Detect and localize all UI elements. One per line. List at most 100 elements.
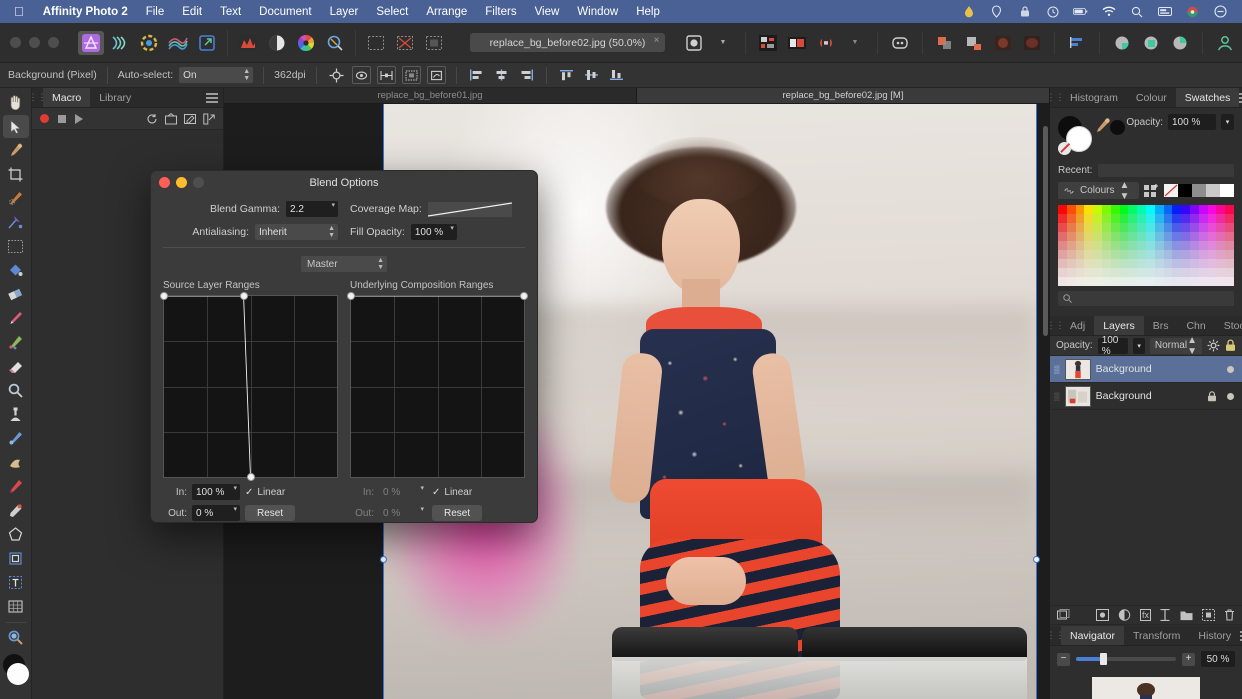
colour-swatch[interactable]	[1137, 232, 1146, 241]
colour-swatch[interactable]	[1137, 259, 1146, 268]
play-icon[interactable]	[75, 113, 83, 124]
mask-layer-icon[interactable]	[1202, 609, 1215, 621]
colour-swatch[interactable]	[1225, 232, 1234, 241]
source-out-field[interactable]: 0 % ▾	[192, 505, 240, 521]
colour-swatch[interactable]	[1137, 277, 1146, 286]
colour-swatch[interactable]	[1146, 259, 1155, 268]
stop-icon[interactable]	[58, 114, 66, 123]
tab-colour[interactable]: Colour	[1127, 88, 1176, 107]
colour-panel-grip-icon[interactable]: ⋮⋮	[1047, 88, 1065, 107]
colour-swatch[interactable]	[1119, 205, 1129, 214]
colour-swatch[interactable]	[1075, 241, 1085, 250]
tab-transform[interactable]: Transform	[1124, 626, 1189, 645]
colour-swatch[interactable]	[1058, 223, 1067, 232]
underlying-ranges-graph[interactable]	[347, 292, 528, 478]
tab-library[interactable]: Library	[90, 88, 140, 107]
live-filter-icon[interactable]	[322, 31, 348, 55]
add-adjustment-icon[interactable]	[1118, 609, 1131, 621]
colour-swatch[interactable]	[1190, 268, 1199, 277]
lock-icon[interactable]	[1017, 4, 1032, 19]
colour-swatch[interactable]	[1075, 214, 1085, 223]
add-fx-icon[interactable]: fx	[1139, 609, 1151, 621]
colour-swatch[interactable]	[1137, 223, 1146, 232]
colour-swatch[interactable]	[1163, 259, 1173, 268]
deselect-icon[interactable]	[392, 31, 418, 55]
colour-swatch[interactable]	[1172, 214, 1182, 223]
table-row[interactable]: ▒ Background	[1050, 356, 1242, 383]
colour-swatch[interactable]	[1146, 277, 1155, 286]
colour-swatch[interactable]	[1190, 223, 1199, 232]
export-icon[interactable]	[203, 113, 215, 125]
chevron-down-icon[interactable]: ▾	[331, 202, 335, 209]
colour-swatch[interactable]	[1102, 250, 1111, 259]
control-center-icon[interactable]	[1213, 4, 1228, 19]
colour-swatch[interactable]	[1137, 205, 1146, 214]
tab-navigator[interactable]: Navigator	[1061, 626, 1124, 645]
colour-swatch[interactable]	[1216, 205, 1226, 214]
antialiasing-dropdown[interactable]: Inherit ▲ ▼	[255, 224, 338, 240]
colour-swatch[interactable]	[1198, 214, 1208, 223]
colour-swatch[interactable]	[1163, 205, 1173, 214]
colour-swatch[interactable]	[1190, 232, 1199, 241]
colour-swatch[interactable]	[1058, 259, 1067, 268]
selection-handle-right[interactable]	[1033, 556, 1040, 563]
light-grey-swatch[interactable]	[1206, 184, 1220, 197]
colour-swatch[interactable]	[1225, 223, 1234, 232]
location-icon[interactable]	[989, 4, 1004, 19]
sponge-brush-tool[interactable]	[3, 499, 29, 522]
doc-tab-2[interactable]: replace_bg_before02.jpg [M]	[637, 88, 1050, 103]
auto-select-dropdown[interactable]: On ▲ ▼	[179, 67, 254, 83]
colour-swatch[interactable]	[1093, 259, 1102, 268]
colour-swatch[interactable]	[1154, 232, 1164, 241]
colour-swatch[interactable]	[1181, 241, 1190, 250]
colour-swatch[interactable]	[1075, 205, 1085, 214]
colour-swatch[interactable]	[1181, 250, 1190, 259]
align-left-icon[interactable]	[467, 66, 486, 84]
colour-swatch[interactable]	[1172, 241, 1182, 250]
marquee-selection-tool[interactable]	[3, 235, 29, 258]
colour-swatch[interactable]	[1207, 232, 1217, 241]
zoom-out-button[interactable]: −	[1057, 652, 1070, 666]
select-all-icon[interactable]	[363, 31, 389, 55]
align-middle-v-icon[interactable]	[582, 66, 601, 84]
fill-opacity-field[interactable]: 100 % ▾	[410, 224, 457, 240]
layer-locked-icon[interactable]	[1207, 390, 1217, 402]
search-icon[interactable]	[1129, 4, 1144, 19]
liquify-persona-icon[interactable]	[107, 31, 133, 55]
colour-swatch[interactable]	[1128, 250, 1138, 259]
crop-tool[interactable]	[3, 163, 29, 186]
colour-swatch[interactable]	[1154, 205, 1164, 214]
colour-swatch[interactable]	[1093, 268, 1102, 277]
freehand-selection-tool[interactable]	[3, 211, 29, 234]
tab-chn[interactable]: Chn	[1177, 316, 1214, 335]
menu-item-arrange[interactable]: Arrange	[417, 6, 476, 18]
paint-brush-tool[interactable]	[3, 307, 29, 330]
colour-swatch[interactable]	[1066, 241, 1076, 250]
window-zoom-button[interactable]	[48, 37, 59, 48]
curve-node[interactable]	[246, 473, 255, 481]
menu-item-help[interactable]: Help	[627, 6, 669, 18]
swatch-opacity-stepper[interactable]: ▾	[1221, 114, 1234, 130]
snapping-dropdown-icon[interactable]: ▼	[842, 31, 868, 55]
colour-swatch[interactable]	[1198, 223, 1208, 232]
colour-swatch[interactable]	[1163, 232, 1173, 241]
colour-replacement-tool[interactable]	[3, 331, 29, 354]
curve-node[interactable]	[239, 292, 248, 300]
selection-bound-right[interactable]	[1036, 104, 1037, 699]
color-wheel-icon[interactable]	[293, 31, 319, 55]
colour-swatch[interactable]	[1119, 277, 1129, 286]
colour-swatch[interactable]	[1146, 214, 1155, 223]
colour-swatch[interactable]	[1146, 205, 1155, 214]
menu-item-window[interactable]: Window	[568, 6, 627, 18]
colour-swatch[interactable]	[1102, 205, 1111, 214]
dialog-minimize-button[interactable]	[176, 177, 187, 188]
delete-layer-icon[interactable]	[1224, 609, 1235, 621]
white-swatch[interactable]	[1220, 184, 1234, 197]
view-tool[interactable]	[3, 91, 29, 114]
colour-swatch[interactable]	[1084, 250, 1094, 259]
move-tool[interactable]	[2, 115, 29, 138]
colour-swatch[interactable]	[1102, 214, 1111, 223]
align-right-icon[interactable]	[517, 66, 536, 84]
colour-swatch[interactable]	[1216, 250, 1226, 259]
colour-swatch[interactable]	[1216, 223, 1226, 232]
